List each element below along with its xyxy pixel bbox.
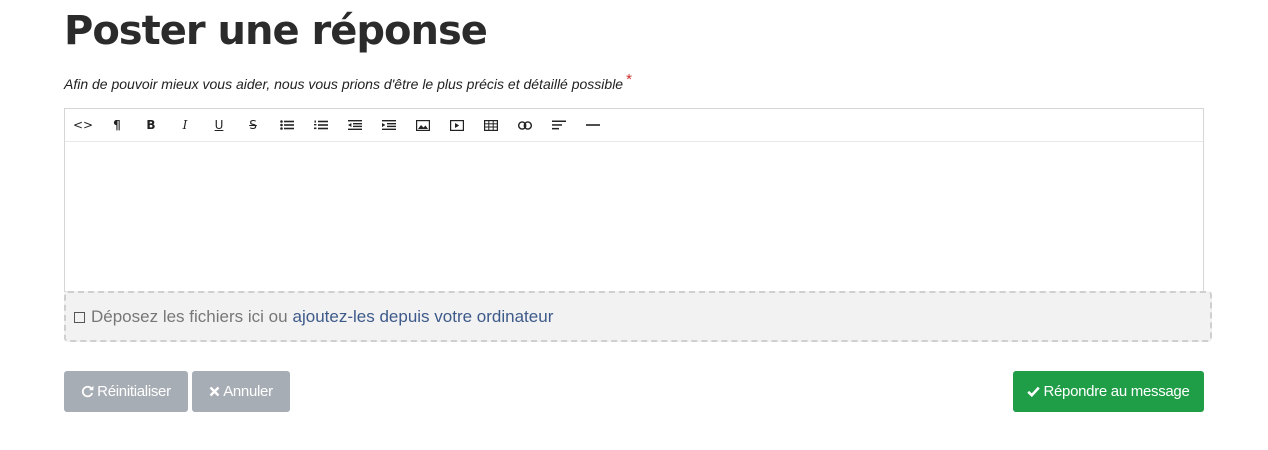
check-icon: [1027, 386, 1041, 397]
page-title: Poster une réponse: [64, 8, 488, 54]
toolbar-button-italic[interactable]: I: [168, 109, 202, 141]
toolbar-button-horizontal-rule[interactable]: [576, 109, 610, 141]
dropzone-text: Déposez les fichiers ici ou: [91, 306, 288, 326]
field-hint: Afin de pouvoir mieux vous aider, nous v…: [64, 71, 632, 93]
editor-content-area[interactable]: [65, 142, 1203, 290]
toolbar-button-indent[interactable]: [372, 109, 406, 141]
reset-button[interactable]: Réinitialiser: [64, 371, 188, 412]
bold-icon: B: [146, 118, 156, 132]
numbered-list-icon: [314, 120, 328, 130]
video-icon: [450, 119, 464, 131]
code-icon: <>: [72, 118, 94, 132]
toolbar-button-underline[interactable]: U: [202, 109, 236, 141]
indent-icon: [382, 120, 396, 130]
toolbar-button-paragraph[interactable]: ¶: [100, 109, 134, 141]
reply-button-label: Répondre au message: [1043, 383, 1190, 400]
link-icon: [518, 120, 532, 130]
cancel-button-label: Annuler: [223, 383, 273, 400]
required-marker: *: [626, 71, 632, 88]
toolbar-button-code-view[interactable]: <>: [66, 109, 100, 141]
underline-icon: U: [214, 118, 224, 132]
table-icon: [484, 119, 498, 131]
toolbar-button-video[interactable]: [440, 109, 474, 141]
times-icon: [209, 386, 220, 397]
reset-button-label: Réinitialiser: [97, 383, 171, 400]
bullet-list-icon: [280, 120, 294, 130]
cancel-button[interactable]: Annuler: [192, 371, 290, 412]
refresh-icon: [81, 385, 94, 398]
toolbar-button-strikethrough[interactable]: S: [236, 109, 270, 141]
editor-toolbar: <> ¶ B I U S: [65, 109, 1203, 142]
file-dropzone[interactable]: Déposez les fichiers ici ou ajoutez-les …: [64, 291, 1212, 342]
toolbar-button-bold[interactable]: B: [134, 109, 168, 141]
toolbar-button-outdent[interactable]: [338, 109, 372, 141]
outdent-icon: [348, 120, 362, 130]
strikethrough-icon: S: [249, 118, 257, 132]
align-left-icon: [552, 120, 566, 130]
toolbar-button-table[interactable]: [474, 109, 508, 141]
image-icon: [416, 119, 430, 131]
paragraph-icon: ¶: [113, 118, 121, 132]
file-icon: [74, 312, 85, 323]
field-hint-text: Afin de pouvoir mieux vous aider, nous v…: [64, 76, 624, 92]
horizontal-rule-icon: [586, 124, 600, 126]
toolbar-button-align[interactable]: [542, 109, 576, 141]
toolbar-button-link[interactable]: [508, 109, 542, 141]
toolbar-button-unordered-list[interactable]: [270, 109, 304, 141]
toolbar-button-image[interactable]: [406, 109, 440, 141]
rich-text-editor: <> ¶ B I U S: [64, 108, 1204, 292]
toolbar-button-ordered-list[interactable]: [304, 109, 338, 141]
italic-icon: I: [182, 118, 188, 132]
reply-button[interactable]: Répondre au message: [1013, 371, 1204, 412]
dropzone-browse-link[interactable]: ajoutez-les depuis votre ordinateur: [293, 307, 554, 327]
